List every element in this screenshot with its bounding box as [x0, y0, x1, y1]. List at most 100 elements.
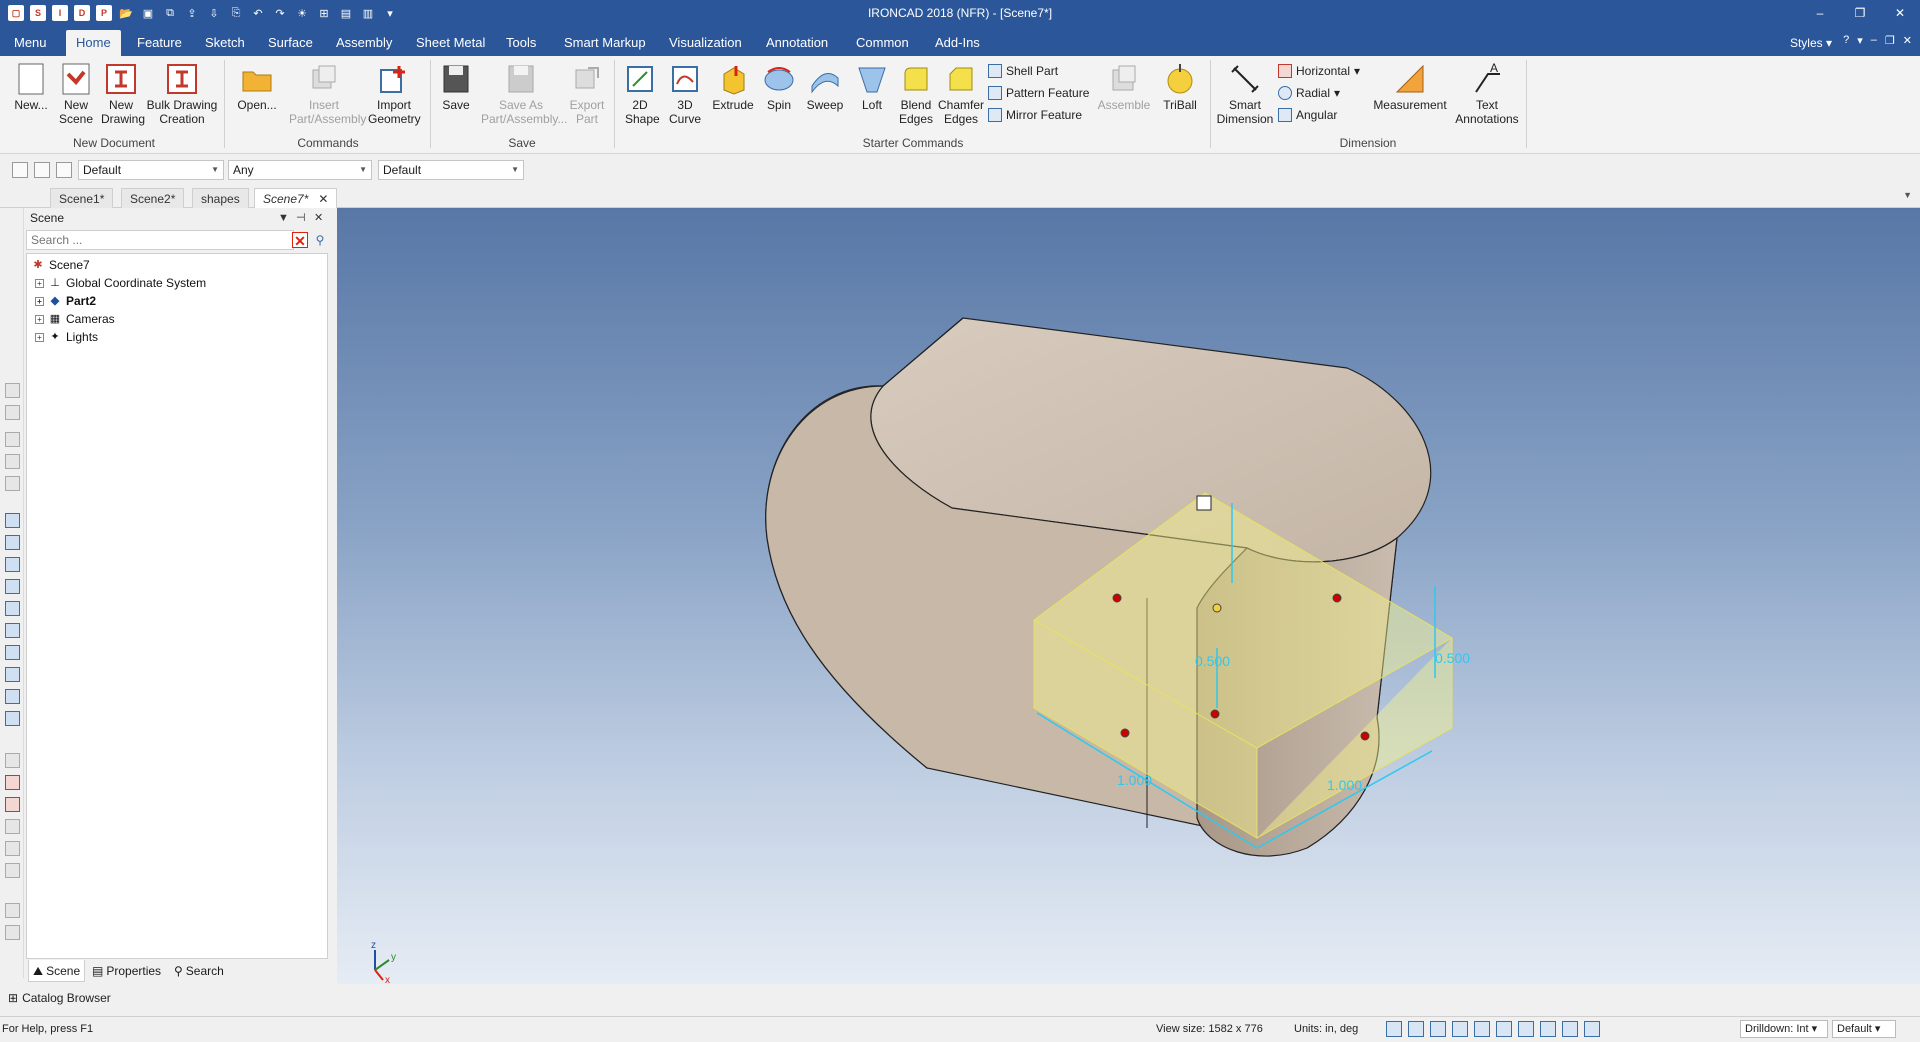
handle-point[interactable]	[1332, 593, 1342, 603]
shell-part-button[interactable]: Shell Part	[988, 62, 1058, 80]
view-iso2-icon[interactable]	[5, 667, 20, 682]
close-icon[interactable]: ✕	[318, 192, 328, 206]
measurement-button[interactable]: Measurement	[1372, 62, 1448, 112]
angular-dim-icon[interactable]	[5, 819, 20, 834]
save-button[interactable]: Save	[436, 62, 476, 112]
text-annotations-button[interactable]: A Text Annotations	[1452, 61, 1522, 126]
dimension-height[interactable]: 0.500	[1195, 653, 1230, 669]
smart-dimension-button[interactable]: Smart Dimension	[1214, 62, 1276, 126]
view-front-icon[interactable]	[5, 513, 20, 528]
3d-viewport[interactable]: 0.500 0.500 1.000 1.000 z y x	[337, 208, 1920, 984]
expand-icon[interactable]: +	[35, 314, 44, 324]
measure-tool-icon[interactable]	[5, 753, 20, 768]
assemble-button[interactable]: Assemble	[1094, 62, 1154, 112]
anchor-handle[interactable]	[1196, 495, 1212, 511]
doc-tab-scene7[interactable]: Scene7* ✕	[254, 188, 338, 208]
visibility-icon[interactable]	[1518, 1021, 1534, 1037]
tab-common[interactable]: Common	[846, 30, 919, 56]
filter-combo[interactable]: Any ▼	[228, 160, 372, 180]
handle-point[interactable]	[1360, 731, 1370, 741]
tab-surface[interactable]: Surface	[258, 30, 323, 56]
view-iso-icon[interactable]	[5, 645, 20, 660]
blend-edges-button[interactable]: Blend Edges	[894, 62, 938, 126]
tree-node-cameras[interactable]: + ▦ Cameras	[35, 310, 115, 328]
clear-search-icon[interactable]: ✕	[292, 232, 308, 249]
view-right-icon[interactable]	[5, 579, 20, 594]
export-part-button[interactable]: Export Part	[566, 62, 608, 126]
mirror-feature-button[interactable]: Mirror Feature	[988, 106, 1082, 124]
zoom-icon[interactable]	[1386, 1021, 1402, 1037]
display-icon[interactable]	[1540, 1021, 1556, 1037]
horizontal-dim-icon[interactable]	[5, 775, 20, 790]
tab-annotation[interactable]: Annotation	[756, 30, 838, 56]
ruler-icon[interactable]	[5, 925, 20, 940]
styles-menu[interactable]: Styles ▾	[1790, 30, 1832, 56]
tree-node-part2[interactable]: + ◆ Part2	[35, 292, 96, 310]
view-tool-icon[interactable]	[5, 476, 20, 491]
tab-add-ins[interactable]: Add-Ins	[925, 30, 990, 56]
extrude-button[interactable]: Extrude	[710, 62, 756, 112]
pattern-feature-button[interactable]: Pattern Feature	[988, 84, 1089, 102]
style-combo[interactable]: Default ▼	[78, 160, 224, 180]
radial-dimension-button[interactable]: Radial ▾	[1278, 84, 1340, 102]
zoom-window-icon[interactable]	[1408, 1021, 1424, 1037]
scene-search-input[interactable]	[26, 230, 294, 250]
tab-sketch[interactable]: Sketch	[195, 30, 255, 56]
tabs-dropdown-icon[interactable]: ▼	[1903, 190, 1912, 200]
tree-node-scene[interactable]: ✱ Scene7	[31, 256, 89, 274]
section-icon[interactable]	[1496, 1021, 1512, 1037]
camera-icon[interactable]	[1474, 1021, 1490, 1037]
view-tool-icon[interactable]	[5, 454, 20, 469]
tree-node-lights[interactable]: + ✦ Lights	[35, 328, 98, 346]
panel-tab-search[interactable]: ⚲ Search	[170, 960, 228, 982]
select-mode-icon[interactable]	[56, 162, 72, 178]
2d-shape-button[interactable]: 2D Shape	[620, 62, 660, 126]
select-icon[interactable]	[1584, 1021, 1600, 1037]
view-tool-icon[interactable]	[5, 405, 20, 420]
doc-restore-icon[interactable]: ❐	[1885, 34, 1895, 47]
tab-assembly[interactable]: Assembly	[326, 30, 402, 56]
close-icon[interactable]: ✕	[314, 208, 323, 228]
diameter-dim-icon[interactable]	[5, 863, 20, 878]
view-iso3-icon[interactable]	[5, 689, 20, 704]
view-left-icon[interactable]	[5, 557, 20, 572]
shading-icon[interactable]	[1452, 1021, 1468, 1037]
open-button[interactable]: Open...	[234, 62, 280, 112]
render-mode-icon[interactable]	[1430, 1021, 1446, 1037]
expand-icon[interactable]: +	[35, 296, 44, 306]
snap-icon[interactable]	[1562, 1021, 1578, 1037]
catalog-browser-tab[interactable]: ⊞ Catalog Browser	[0, 988, 1920, 1008]
loft-button[interactable]: Loft	[852, 62, 892, 112]
doc-tab-scene1[interactable]: Scene1*	[50, 188, 114, 208]
tab-sheet-metal[interactable]: Sheet Metal	[406, 30, 495, 56]
sweep-button[interactable]: Sweep	[802, 62, 848, 112]
tab-tools[interactable]: Tools	[496, 30, 546, 56]
angular-dimension-button[interactable]: Angular	[1278, 106, 1337, 124]
tab-feature[interactable]: Feature	[127, 30, 192, 56]
smart-dim-icon[interactable]	[5, 903, 20, 918]
minimize-button[interactable]: –	[1800, 0, 1840, 26]
view-iso4-icon[interactable]	[5, 711, 20, 726]
triball-button[interactable]: TriBall	[1158, 62, 1202, 112]
tab-smart-markup[interactable]: Smart Markup	[554, 30, 656, 56]
view-tool-icon[interactable]	[5, 383, 20, 398]
expand-icon[interactable]: +	[35, 332, 44, 342]
new-drawing-button[interactable]: New Drawing	[98, 62, 145, 126]
panel-dropdown-icon[interactable]: ▼	[278, 208, 289, 228]
bulk-drawing-button[interactable]: Bulk Drawing Creation	[146, 62, 218, 126]
handle-point[interactable]	[1112, 593, 1122, 603]
default-combo[interactable]: Default ▼	[378, 160, 524, 180]
expand-icon[interactable]: +	[35, 278, 44, 288]
tree-node-global-coordinate-system[interactable]: + ⊥ Global Coordinate System	[35, 274, 206, 292]
chamfer-edges-button[interactable]: Chamfer Edges	[938, 62, 984, 126]
handle-point[interactable]	[1210, 709, 1220, 719]
drilldown-combo[interactable]: Drilldown: Int ▾	[1740, 1020, 1828, 1038]
spin-button[interactable]: Spin	[760, 62, 798, 112]
tab-menu[interactable]: Menu	[4, 30, 57, 56]
view-back-icon[interactable]	[5, 535, 20, 550]
tab-visualization[interactable]: Visualization	[659, 30, 752, 56]
search-filter-icon[interactable]: ⚲	[312, 232, 328, 248]
handle-point[interactable]	[1120, 728, 1130, 738]
doc-minimize-icon[interactable]: –	[1871, 34, 1877, 47]
view-tool-icon[interactable]	[5, 432, 20, 447]
